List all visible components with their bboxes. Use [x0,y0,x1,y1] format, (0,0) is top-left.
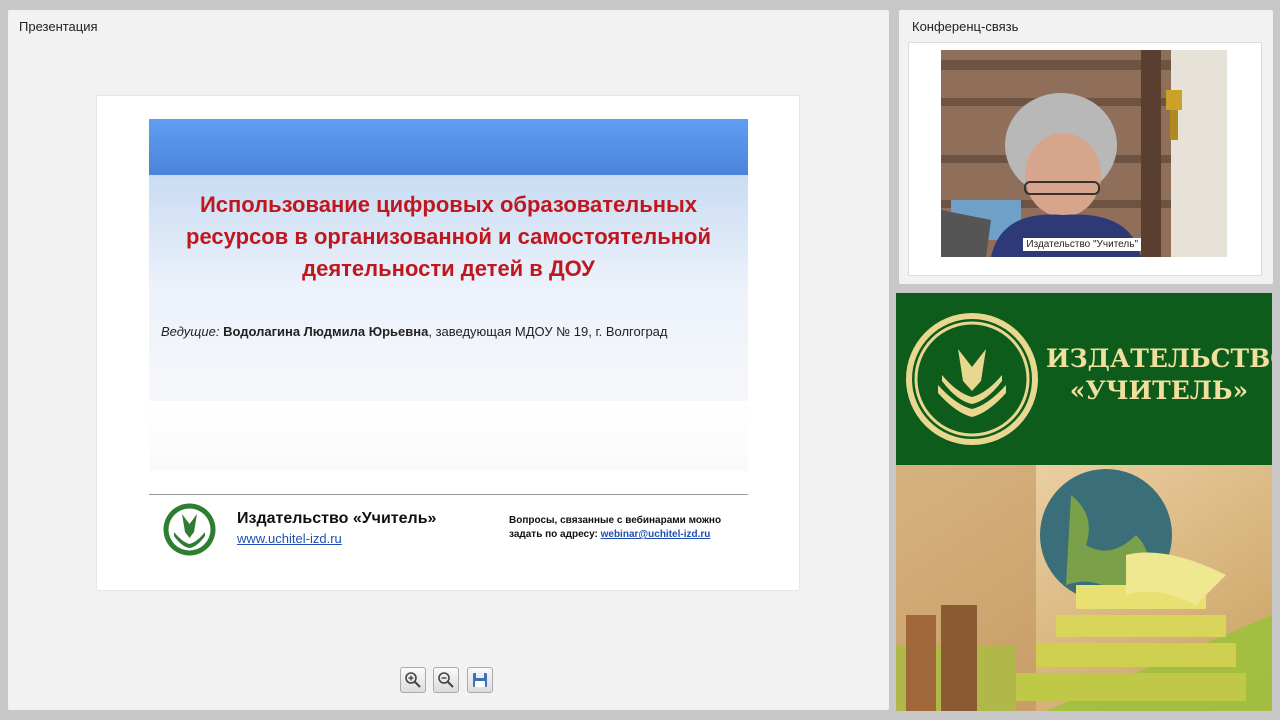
conference-panel-title: Конференц-связь [912,19,1019,34]
floppy-disk-icon [473,673,487,687]
promo-title-line1: ИЗДАТЕЛЬСТВО [1046,344,1272,373]
zoom-in-button[interactable] [400,667,426,693]
zoom-in-icon [405,672,421,688]
footer-email-link[interactable]: webinar@uchitel-izd.ru [601,529,711,540]
promo-title-line2: «УЧИТЕЛЬ» [1069,376,1249,405]
footer-question-line2: задать по адресу: [509,529,601,540]
footer-question-line1: Вопросы, связанные с вебинарами можно [509,515,722,526]
footer-question-line2-wrap: задать по адресу: webinar@uchitel-izd.ru [509,528,721,542]
zoom-out-button[interactable] [433,667,459,693]
conference-panel: Конференц-связь Издательство "Учитель" [899,10,1273,284]
publisher-promo-banner: ИЗДАТЕЛЬСТВО «УЧИТЕЛЬ» [896,293,1272,711]
presenter-role: Ведущие: [161,324,220,339]
books-and-globe-image [896,465,1272,711]
save-button[interactable] [467,667,493,693]
video-feed-image [941,50,1227,257]
promo-image [896,465,1272,711]
presenter-position: , заведующая МДОУ № 19, г. Волгоград [428,324,668,339]
footer-questions: Вопросы, связанные с вебинарами можно за… [509,514,721,542]
slide-footer-divider [149,494,748,495]
publisher-emblem-icon [906,313,1038,445]
slide-blank-area [149,401,748,471]
video-participant-label: Издательство "Учитель" [1023,238,1141,251]
promo-title: ИЗДАТЕЛЬСТВО «УЧИТЕЛЬ» [1046,343,1272,407]
slide-header-band [149,119,748,175]
promo-header: ИЗДАТЕЛЬСТВО «УЧИТЕЛЬ» [896,293,1272,465]
slide-title: Использование цифровых образовательных р… [186,192,711,281]
footer-website-link[interactable]: www.uchitel-izd.ru [237,531,342,546]
presentation-slide: Использование цифровых образовательных р… [97,96,799,590]
video-feed: Издательство "Учитель" [941,50,1227,257]
publisher-logo-icon [163,503,216,556]
presentation-panel-title: Презентация [19,19,98,34]
presentation-panel: Презентация Использование цифровых образ… [8,10,889,710]
footer-publisher: Издательство «Учитель» [237,510,437,527]
zoom-out-icon [438,672,454,688]
presenter-name: Водолагина Людмила Юрьевна [223,324,429,339]
slide-presenter: Ведущие: Водолагина Людмила Юрьевна, зав… [161,324,668,339]
